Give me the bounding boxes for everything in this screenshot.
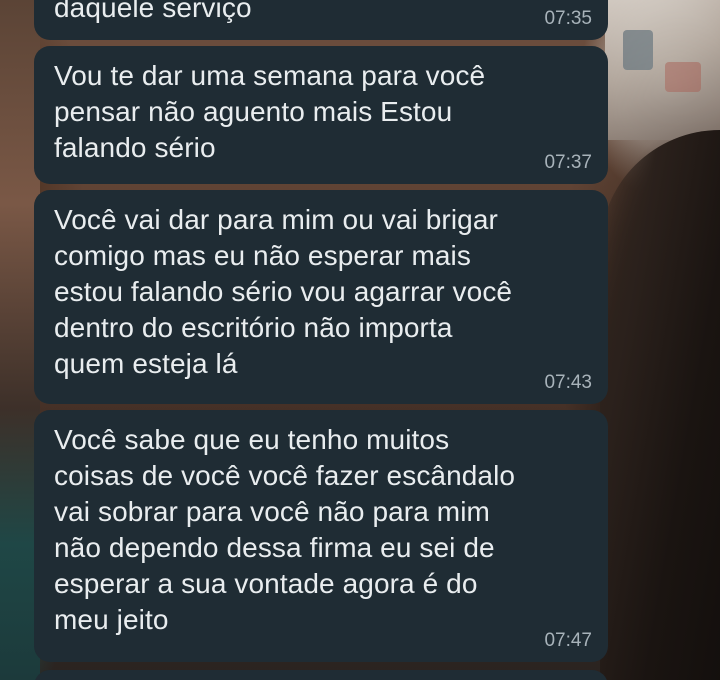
wallpaper-shelf xyxy=(605,0,720,140)
message-text: Você sabe que eu tenho muitos coisas de … xyxy=(54,424,516,635)
message-bubble[interactable]: Você sabe que eu tenho muitos coisas de … xyxy=(34,410,608,662)
message-timestamp: 07:37 xyxy=(544,152,592,173)
message-bubble[interactable]: Você vai dar para mim ou vai brigar comi… xyxy=(34,190,608,404)
message-bubble[interactable] xyxy=(34,670,608,680)
message-timestamp: 07:43 xyxy=(544,372,592,393)
chat-screen: daquele serviço 07:35 Vou te dar uma sem… xyxy=(0,0,720,680)
message-timestamp: 07:35 xyxy=(544,8,592,29)
message-bubble[interactable]: Vou te dar uma semana para você pensar n… xyxy=(34,46,608,184)
message-bubble[interactable]: daquele serviço 07:35 xyxy=(34,0,608,40)
message-text: Vou te dar uma semana para você pensar n… xyxy=(54,60,486,163)
message-text: daquele serviço xyxy=(54,0,252,23)
wallpaper-hair xyxy=(600,130,720,680)
message-text: Você vai dar para mim ou vai brigar comi… xyxy=(54,204,513,379)
message-timestamp: 07:47 xyxy=(544,630,592,651)
